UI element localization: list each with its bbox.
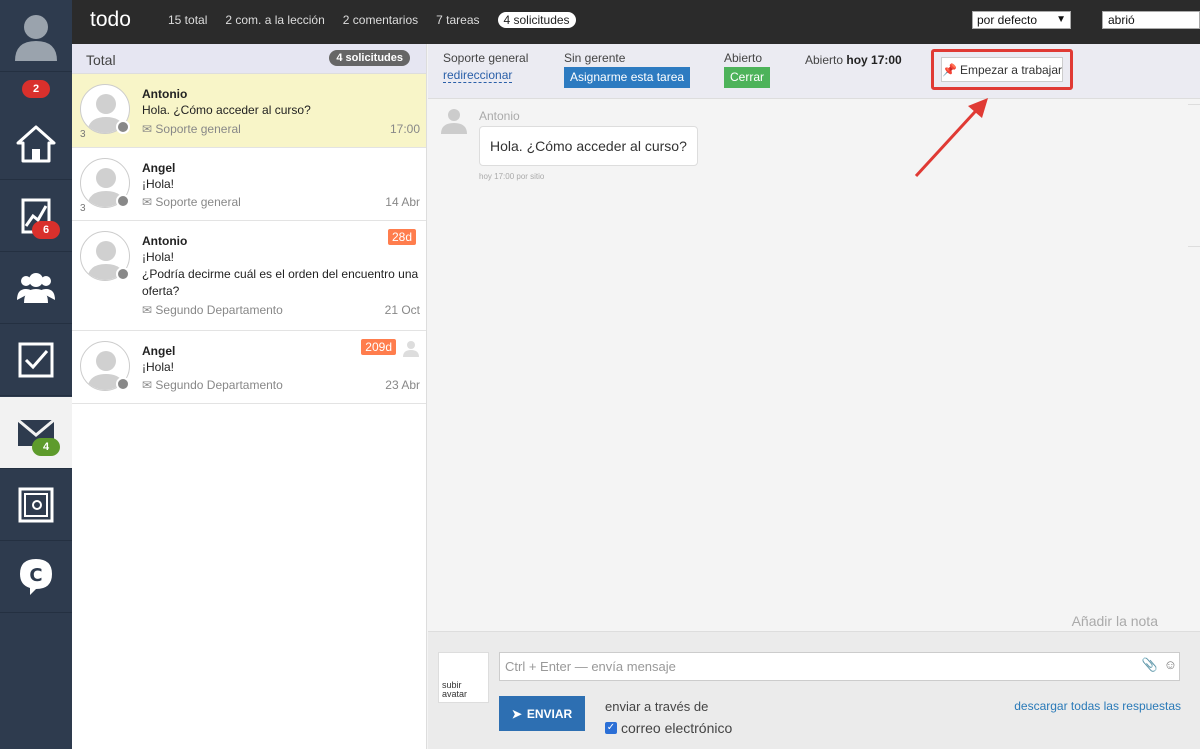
emoji-icon[interactable]: ☺ xyxy=(1164,657,1177,673)
sidebar-home[interactable] xyxy=(0,108,72,180)
top-bar: todo 15 total 2 com. a la lección 2 come… xyxy=(72,0,1200,44)
request-dept: ✉ Soporte general xyxy=(142,122,241,136)
message-placeholder: Ctrl + Enter — envía mensaje xyxy=(505,659,676,674)
sidebar-profile[interactable] xyxy=(0,0,72,72)
sidebar-tasks[interactable] xyxy=(0,324,72,396)
list-item[interactable]: Angel 209d ¡Hola! ✉ Segundo Departamento… xyxy=(72,331,426,404)
list-item[interactable]: 3 Antonio Hola. ¿Cómo acceder al curso? … xyxy=(72,74,426,148)
message-bubble: Hola. ¿Cómo acceder al curso? xyxy=(479,126,698,166)
status-label: Abierto xyxy=(724,51,763,65)
redirect-link[interactable]: redireccionar xyxy=(443,68,513,83)
tab-tasks[interactable]: 7 tareas xyxy=(436,12,479,28)
assignee-icon xyxy=(403,341,419,357)
users-icon xyxy=(17,272,55,303)
request-author: Angel xyxy=(142,344,176,358)
request-dept: ✉ Segundo Departamento xyxy=(142,378,283,392)
request-list: Total 4 solicitudes 3 Antonio Hola. ¿Cóm… xyxy=(72,44,427,749)
request-count: 3 xyxy=(80,129,86,140)
checkbox-icon xyxy=(18,342,54,377)
safe-icon xyxy=(18,487,54,522)
chevron-down-icon: ▼ xyxy=(1056,14,1066,25)
sidebar-users[interactable] xyxy=(0,252,72,324)
sidebar-chat[interactable]: C xyxy=(0,541,72,613)
request-time: 17:00 xyxy=(389,122,420,136)
attachment-icon[interactable]: 📎 xyxy=(1142,657,1158,673)
mail-badge: 4 xyxy=(32,438,60,456)
status-dot xyxy=(116,267,130,281)
sort-select-value: por defecto xyxy=(977,13,1038,27)
age-badge: 28d xyxy=(387,229,416,245)
assign-to-me-button[interactable]: Asignarme esta tarea xyxy=(564,67,691,88)
reply-composer: subir avatar Ctrl + Enter — envía mensaj… xyxy=(428,631,1200,749)
home-icon xyxy=(16,125,56,162)
side-panel-edge xyxy=(1188,104,1200,247)
profile-badge: 2 xyxy=(22,80,50,98)
ticket-info-bar: Soporte general redireccionar Sin gerent… xyxy=(428,44,1200,99)
request-author: Antonio xyxy=(142,87,188,101)
list-item[interactable]: Antonio 28d ¡Hola! ¿Podría decirme cuál … xyxy=(72,221,426,331)
list-header: Total 4 solicitudes xyxy=(72,44,426,74)
upload-avatar[interactable]: subir avatar xyxy=(438,652,489,703)
tab-requests[interactable]: 4 solicitudes xyxy=(497,12,576,28)
request-dept: ✉ Soporte general xyxy=(142,195,241,209)
age-badge: 209d xyxy=(361,339,396,355)
email-option-label: correo electrónico xyxy=(621,720,733,736)
download-responses-link[interactable]: descargar todas las respuestas xyxy=(1014,699,1181,713)
tab-comments[interactable]: 2 comentarios xyxy=(343,12,418,28)
request-time: 14 Abr xyxy=(385,195,420,209)
upload-avatar-label: subir avatar xyxy=(442,680,468,699)
pin-icon: 📌 xyxy=(942,62,957,77)
message-meta: hoy 17:00 por sitio xyxy=(479,172,545,181)
sidebar-mail[interactable] xyxy=(0,397,72,469)
close-button[interactable]: Cerrar xyxy=(724,67,771,88)
conversation-panel: Soporte general redireccionar Sin gerent… xyxy=(428,44,1200,749)
request-text: ¡Hola! xyxy=(142,360,175,374)
status-dot xyxy=(116,120,130,134)
filter-tabs: 15 total 2 com. a la lección 2 comentari… xyxy=(168,12,594,28)
app-sidebar: 2 6 4 C xyxy=(0,0,72,749)
chat-logo-icon: C xyxy=(20,558,52,595)
request-author: Antonio xyxy=(142,234,188,248)
sort-select[interactable]: por defecto ▼ xyxy=(972,11,1071,29)
request-time: 23 Abr xyxy=(385,378,420,392)
request-text: ¡Hola! ¿Podría decirme cuál es el orden … xyxy=(142,250,419,298)
send-button[interactable]: ➤ ENVIAR xyxy=(499,696,585,731)
request-text: Hola. ¿Cómo acceder al curso? xyxy=(142,103,311,117)
add-note-link[interactable]: Añadir la nota xyxy=(1072,613,1158,629)
list-item[interactable]: 3 Angel ¡Hola! ✉ Soporte general 14 Abr xyxy=(72,148,426,221)
author-avatar-icon xyxy=(441,109,467,134)
stats-badge: 6 xyxy=(32,221,60,239)
status-dot xyxy=(116,194,130,208)
request-text: ¡Hola! xyxy=(142,177,175,191)
sidebar-safe[interactable] xyxy=(0,469,72,541)
send-label: ENVIAR xyxy=(526,706,573,721)
request-author: Angel xyxy=(142,161,176,175)
svg-text:C: C xyxy=(29,565,42,586)
request-dept: ✉ Segundo Departamento xyxy=(142,303,283,317)
send-icon: ➤ xyxy=(511,706,522,721)
status-filter-input[interactable]: abrió xyxy=(1102,11,1200,29)
sidebar-stats[interactable] xyxy=(0,180,72,252)
send-via-label: enviar a través de xyxy=(605,699,709,714)
request-time: 21 Oct xyxy=(384,303,420,317)
email-option[interactable]: ✓ correo electrónico xyxy=(605,720,732,736)
start-working-button[interactable]: 📌 Empezar a trabajar xyxy=(941,57,1063,82)
manager-label: Sin gerente xyxy=(564,51,626,65)
opened-info: Abierto hoy 17:00 xyxy=(805,53,902,67)
tab-total[interactable]: 15 total xyxy=(168,12,207,28)
message-input[interactable]: Ctrl + Enter — envía mensaje 📎 ☺ xyxy=(499,652,1180,681)
page-title: todo xyxy=(90,8,131,31)
tab-lesson-comments[interactable]: 2 com. a la lección xyxy=(225,12,324,28)
message-author: Antonio xyxy=(479,109,520,123)
email-checkbox[interactable]: ✓ xyxy=(605,722,617,734)
list-header-label: Total xyxy=(86,52,116,68)
highlight-box: 📌 Empezar a trabajar xyxy=(931,49,1073,90)
status-dot xyxy=(116,377,130,391)
user-avatar-icon xyxy=(15,14,57,61)
start-working-label: Empezar a trabajar xyxy=(959,62,1062,77)
list-count-badge: 4 solicitudes xyxy=(329,50,410,66)
department-label: Soporte general xyxy=(443,51,529,65)
annotation-arrow-icon xyxy=(914,98,988,178)
request-count: 3 xyxy=(80,203,86,214)
